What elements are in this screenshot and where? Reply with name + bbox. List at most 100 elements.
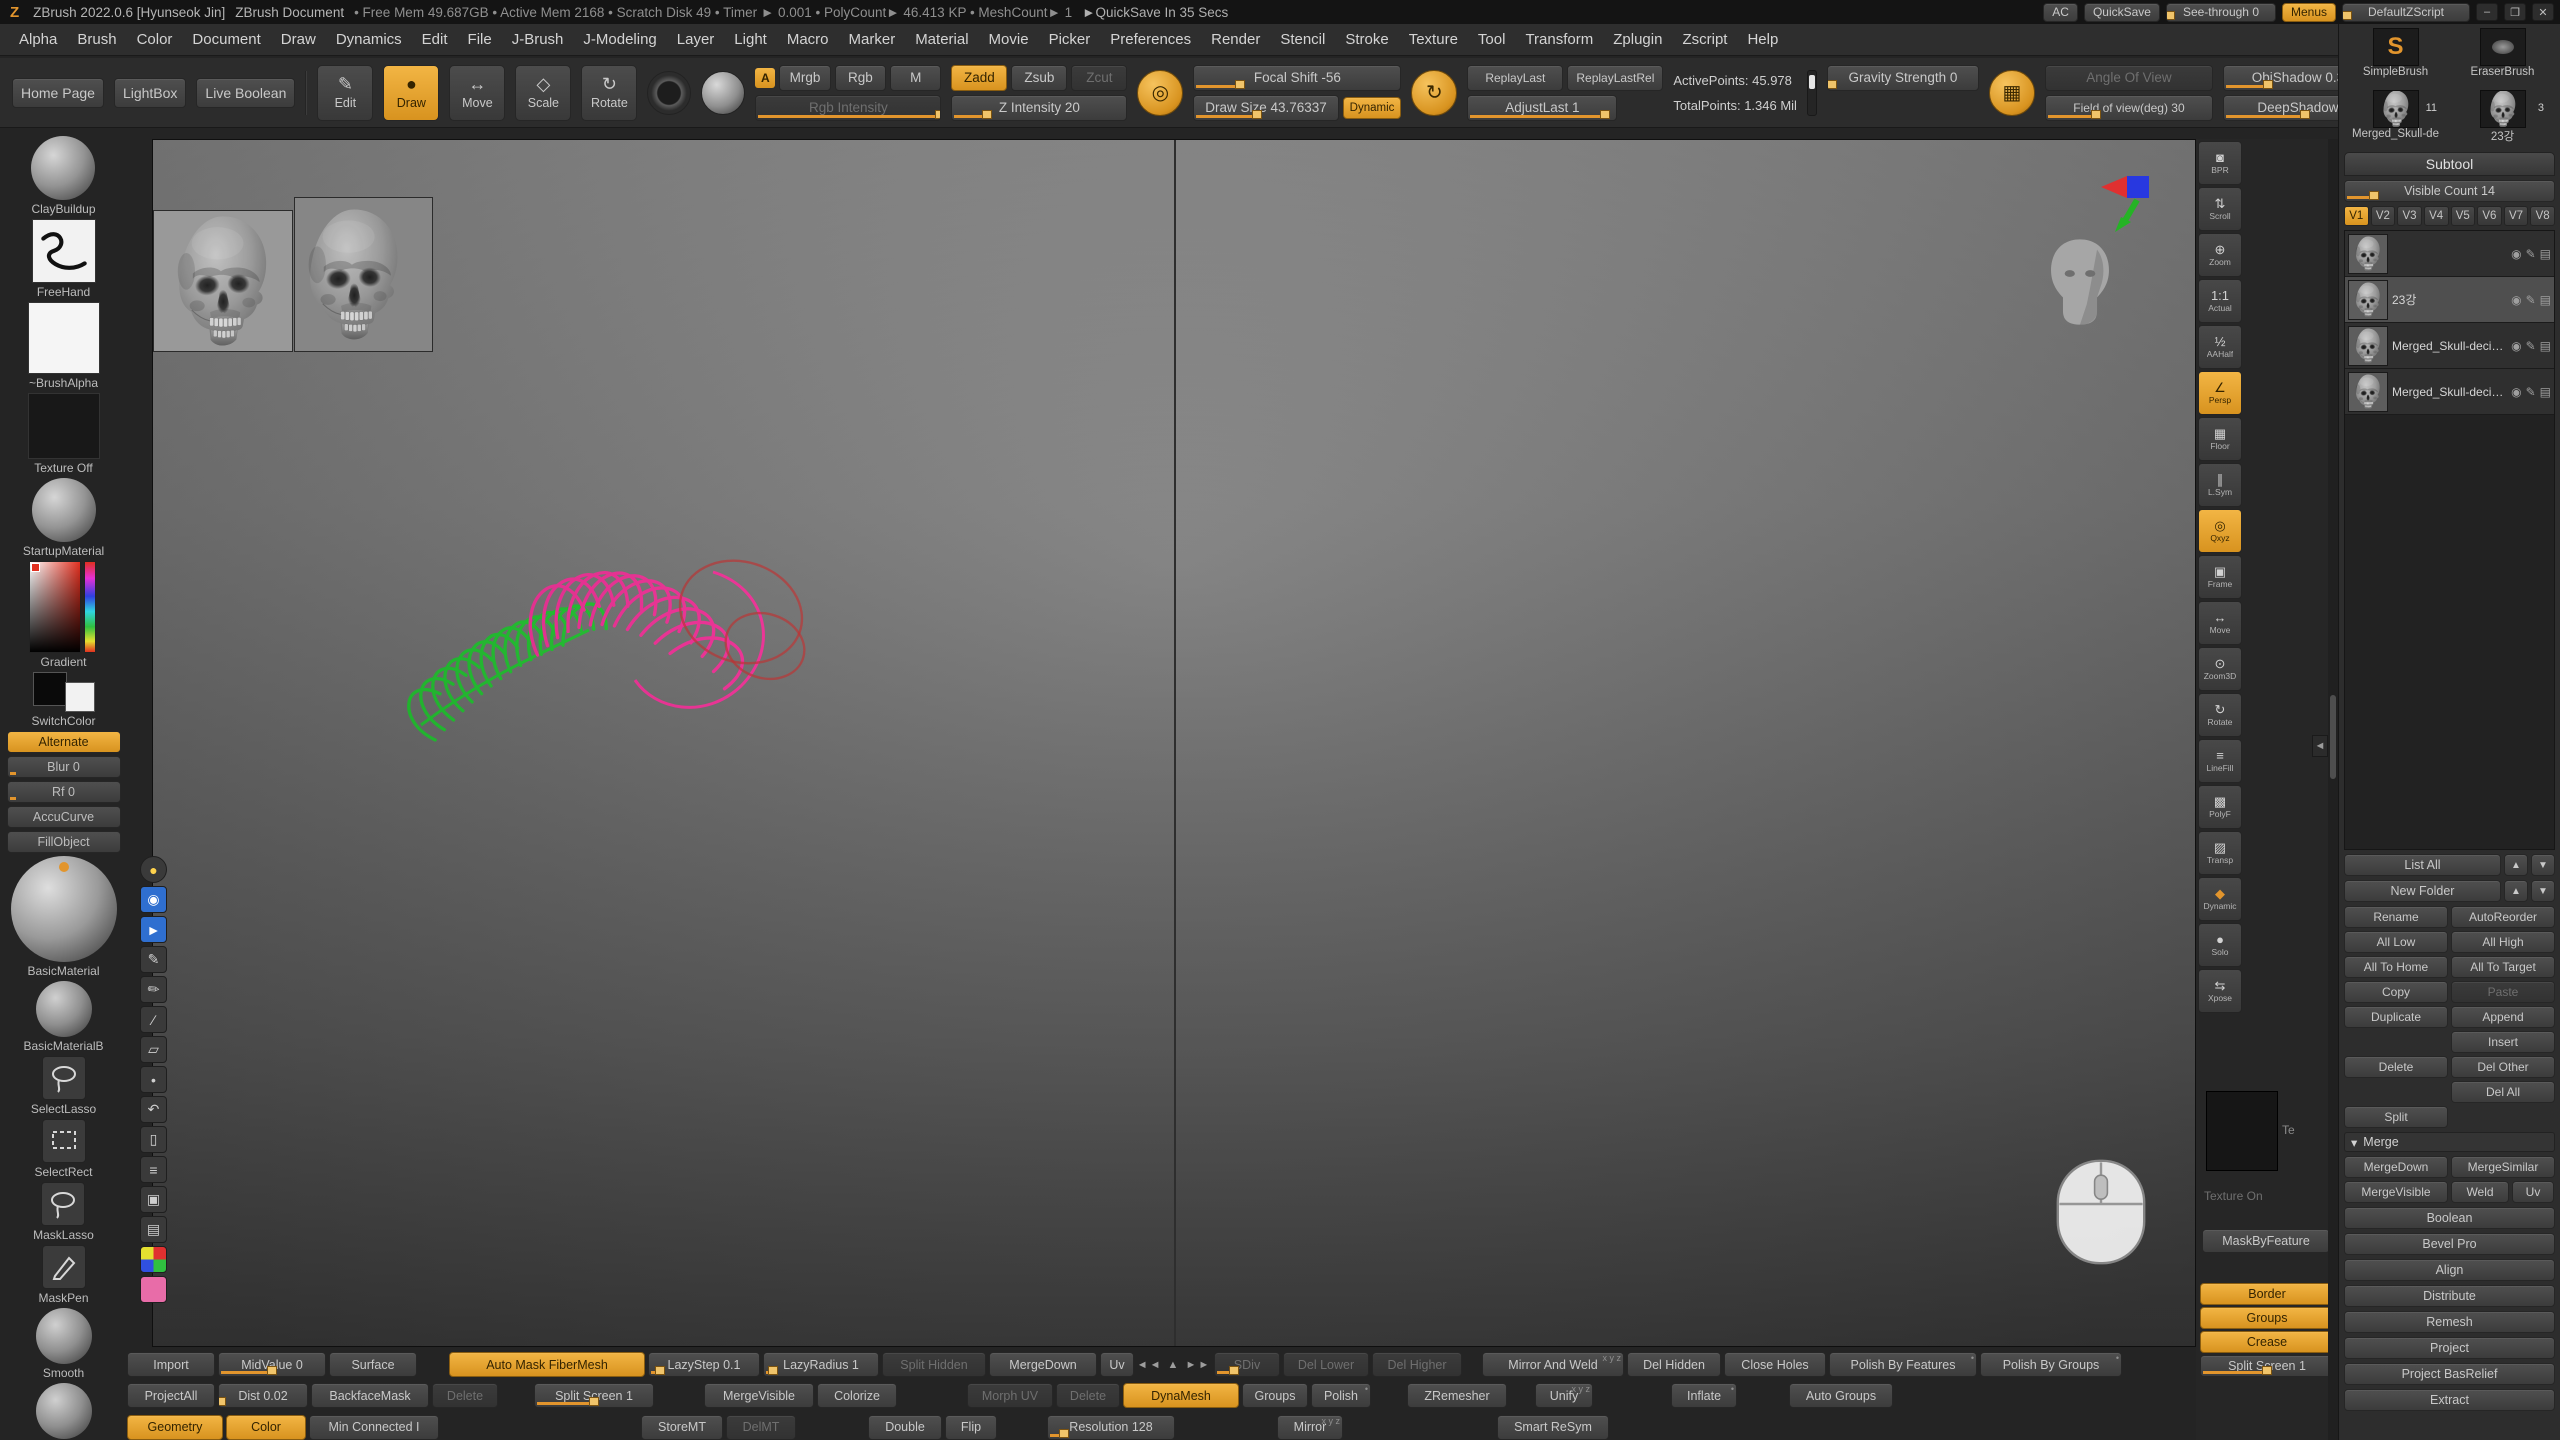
tool-eraserbrush[interactable]: EraserBrush (2451, 28, 2554, 86)
linefill-button[interactable]: ≡ LineFill (2198, 739, 2242, 783)
z-intensity-slider[interactable]: Z Intensity 20 (951, 95, 1127, 121)
backfacemask[interactable]: BackfaceMask (311, 1383, 429, 1408)
fillobject-button[interactable]: FillObject (7, 831, 121, 853)
material-startup[interactable]: StartupMaterial (23, 478, 104, 558)
split-screen-1[interactable]: Split Screen 1 (534, 1383, 654, 1408)
xpose-button[interactable]: ⇆ Xpose (2198, 969, 2242, 1013)
replay-icon[interactable]: ↻ (1411, 70, 1457, 116)
tab-v7[interactable]: V7 (2504, 206, 2529, 226)
tab-v2[interactable]: V2 (2371, 206, 2396, 226)
del-hidden[interactable]: Del Hidden (1627, 1352, 1721, 1377)
minimize-button[interactable]: – (2476, 3, 2498, 21)
deform-icon[interactable]: ▤ (2540, 247, 2551, 261)
persp-button[interactable]: ∠ Persp (2198, 371, 2242, 415)
uv-merge-button[interactable]: Uv (2512, 1181, 2554, 1203)
all-high-button[interactable]: All High (2451, 931, 2555, 953)
menu-item-material[interactable]: Material (906, 27, 977, 52)
tab-v4[interactable]: V4 (2424, 206, 2449, 226)
visible-count-slider[interactable]: Visible Count 14 (2344, 180, 2555, 202)
lazyradius-1[interactable]: LazyRadius 1 (763, 1352, 879, 1377)
replay-last-rel-button[interactable]: ReplayLastRel (1567, 65, 1663, 91)
dynamic-button[interactable]: ◆ Dynamic (2198, 877, 2242, 921)
mergesimilar-button[interactable]: MergeSimilar (2451, 1156, 2555, 1178)
close-button[interactable]: ✕ (2532, 3, 2554, 21)
menu-item-stroke[interactable]: Stroke (1336, 27, 1397, 52)
zoom-button[interactable]: ⊕ Zoom (2198, 233, 2242, 277)
color-picker-gradient[interactable]: Gradient (29, 561, 99, 669)
subtool-row-3[interactable]: Merged_Skull-decimation2 ◉ ✎ ▤ (2345, 323, 2554, 369)
align-button[interactable]: Align (2344, 1259, 2555, 1281)
split-screen-divider[interactable] (1174, 140, 1176, 1347)
weld-button[interactable]: Weld (2451, 1181, 2509, 1203)
autoreorder-button[interactable]: AutoReorder (2451, 906, 2555, 928)
smart-resym[interactable]: Smart ReSym (1497, 1415, 1609, 1440)
delete[interactable]: Delete (432, 1383, 498, 1408)
mergedown-button[interactable]: MergeDown (2344, 1156, 2448, 1178)
scan-icon[interactable]: ≡ (140, 1156, 167, 1183)
menu-item-alpha[interactable]: Alpha (10, 27, 66, 52)
rotate-nav-button[interactable]: ↻ Rotate (2198, 693, 2242, 737)
mirror-and-weld[interactable]: Mirror And Weldx y z (1482, 1352, 1624, 1377)
menu-item-marker[interactable]: Marker (840, 27, 905, 52)
polyf-button[interactable]: ▩ PolyF (2198, 785, 2242, 829)
project-button[interactable]: Project (2344, 1337, 2555, 1359)
points-meter-thumb[interactable] (1809, 75, 1815, 89)
subtool-down-button[interactable]: ▼ (2531, 854, 2555, 876)
crease-button[interactable]: Crease (2200, 1331, 2334, 1353)
menu-item-brush[interactable]: Brush (68, 27, 125, 52)
tool-merged-skull[interactable]: 11 Merged_Skull-de (2344, 90, 2447, 148)
polish-by-features[interactable]: Polish By Features• (1829, 1352, 1977, 1377)
del-all-button[interactable]: Del All (2451, 1081, 2555, 1103)
close-holes[interactable]: Close Holes (1724, 1352, 1826, 1377)
material-preview-icon[interactable] (701, 71, 745, 115)
tab-v8[interactable]: V8 (2530, 206, 2555, 226)
dist-0-02[interactable]: Dist 0.02 (218, 1383, 308, 1408)
menus-button[interactable]: Menus (2282, 3, 2336, 22)
edit-mode-button[interactable]: ✎ Edit (317, 65, 373, 121)
reference-thumbnail-1[interactable] (153, 210, 293, 352)
alternate-button[interactable]: Alternate (7, 731, 121, 753)
paste-button[interactable]: Paste (2451, 981, 2555, 1003)
subtool-row-2[interactable]: 23강 ◉ ✎ ▤ (2345, 277, 2554, 323)
menu-item-texture[interactable]: Texture (1400, 27, 1467, 52)
menu-item-render[interactable]: Render (1202, 27, 1269, 52)
smoothvalleys-brush[interactable]: SmoothValleys (24, 1383, 103, 1440)
delete-button[interactable]: Delete (2344, 1056, 2448, 1078)
dynamic-chip[interactable]: Dynamic (1343, 97, 1402, 119)
tab-v3[interactable]: V3 (2397, 206, 2422, 226)
folder-up-button[interactable]: ▲ (2504, 880, 2528, 902)
rf-slider[interactable]: Rf 0 (7, 781, 121, 803)
split-screen-slider[interactable]: Split Screen 1 (2200, 1355, 2334, 1377)
auto-groups[interactable]: Auto Groups (1789, 1383, 1893, 1408)
axis-gizmo-icon[interactable] (2099, 174, 2171, 236)
scroll-button[interactable]: ⇅ Scroll (2198, 187, 2242, 231)
trash-icon[interactable]: ▯ (140, 1126, 167, 1153)
menu-item-zplugin[interactable]: Zplugin (1604, 27, 1671, 52)
menu-item-edit[interactable]: Edit (413, 27, 457, 52)
double[interactable]: Double (868, 1415, 942, 1440)
select-cursor-icon[interactable]: ► (140, 916, 167, 943)
default-zscript-button[interactable]: DefaultZScript (2342, 3, 2470, 22)
dot-icon[interactable]: • (140, 1066, 167, 1093)
paint-icon[interactable]: ✎ (2526, 247, 2536, 261)
menu-item-movie[interactable]: Movie (980, 27, 1038, 52)
home-page-button[interactable]: Home Page (12, 78, 104, 108)
focal-shift-slider[interactable]: Focal Shift -56 (1193, 65, 1401, 91)
adjust-last-slider[interactable]: AdjustLast 1 (1467, 95, 1617, 121)
marker-icon[interactable]: ✎ (140, 976, 167, 1003)
clipboard-icon[interactable]: ▤ (140, 1216, 167, 1243)
colorize[interactable]: Colorize (817, 1383, 897, 1408)
unify[interactable]: Unifyx y z (1535, 1383, 1593, 1408)
auto-badge[interactable]: A (755, 68, 775, 88)
masklasso-brush[interactable]: MaskLasso (33, 1182, 94, 1242)
lsym-button[interactable]: ∥ L.Sym (2198, 463, 2242, 507)
m-button[interactable]: M (890, 65, 941, 91)
auto-mask-fibermesh[interactable]: Auto Mask FiberMesh (449, 1352, 645, 1377)
bpr-button[interactable]: ◙ BPR (2198, 141, 2242, 185)
menu-item-stencil[interactable]: Stencil (1271, 27, 1334, 52)
list-all-button[interactable]: List All (2344, 854, 2501, 876)
zremesher[interactable]: ZRemesher (1407, 1383, 1507, 1408)
zcut-button[interactable]: Zcut (1071, 65, 1127, 91)
new-folder-button[interactable]: New Folder (2344, 880, 2501, 902)
menu-item-file[interactable]: File (459, 27, 501, 52)
